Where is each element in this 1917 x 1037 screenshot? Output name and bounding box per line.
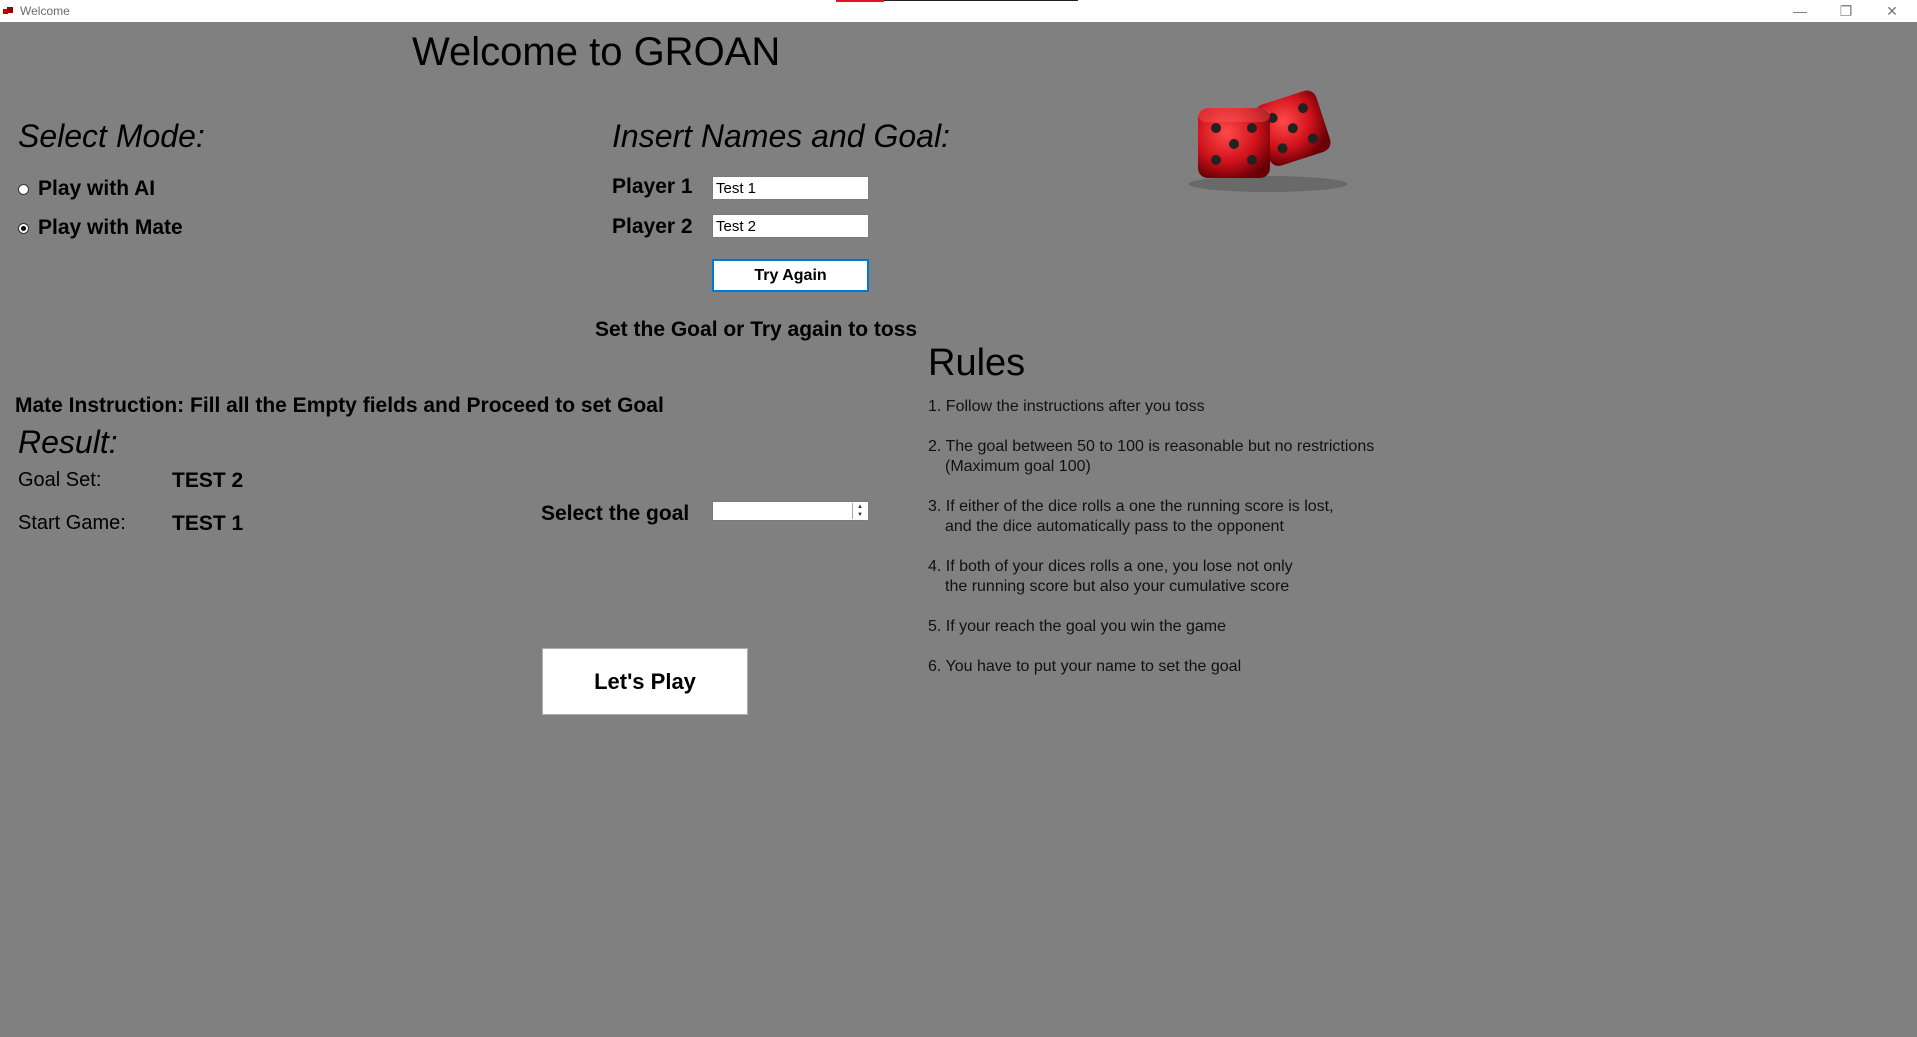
player2-input[interactable] [712,214,869,238]
play-ai-label[interactable]: Play with AI [38,177,155,201]
close-icon[interactable]: ✕ [1869,0,1915,22]
play-ai-radio[interactable] [18,184,29,195]
rule-item: 6. You have to put your name to set the … [928,657,1241,677]
dice-image [1188,90,1348,192]
rule-text: You have to put your name to set the goa… [945,658,1242,675]
select-mode-heading: Select Mode: [18,118,205,154]
goal-set-label: Goal Set: [18,469,102,491]
status-message: Set the Goal or Try again to toss [595,318,918,341]
rule-text-continued: and the dice automatically pass to the o… [945,518,1284,535]
window-title: Welcome [20,4,70,18]
rule-text: If both of your dices rolls a one, you l… [945,558,1293,575]
rule-number: 5. [928,618,942,635]
page-title: Welcome to GROAN [412,30,781,74]
play-mate-label[interactable]: Play with Mate [38,216,183,240]
rule-text-continued: (Maximum goal 100) [945,458,1091,475]
rule-item: 4. If both of your dices rolls a one, yo… [928,557,1293,597]
player1-input[interactable] [712,176,869,200]
rule-item: 2. The goal between 50 to 100 is reasona… [928,437,1374,477]
start-game-label: Start Game: [18,512,126,534]
player2-label: Player 2 [612,215,693,238]
spin-down-icon[interactable]: ▼ [853,511,867,519]
goal-spinner[interactable]: ▲ ▼ [712,501,869,521]
rules-heading: Rules [928,342,1026,384]
dice-app-icon [3,7,13,14]
rule-number: 1. [928,398,942,415]
rule-text: If your reach the goal you win the game [945,618,1226,635]
rule-text-continued: the running score but also your cumulati… [945,578,1290,595]
restore-icon[interactable]: ❐ [1823,0,1869,22]
start-game-value: TEST 1 [172,512,244,535]
result-heading: Result: [18,424,118,460]
rule-text: The goal between 50 to 100 is reasonable… [945,438,1375,455]
rule-text: If either of the dice rolls a one the ru… [945,498,1334,515]
rule-item: 3. If either of the dice rolls a one the… [928,497,1334,537]
spin-up-icon[interactable]: ▲ [853,503,867,511]
spinner-buttons[interactable]: ▲ ▼ [852,503,867,519]
window-titlebar: Welcome — ❐ ✕ [0,0,1917,22]
rule-item: 5. If your reach the goal you win the ga… [928,617,1226,637]
titlebar-accent [836,0,884,2]
play-mate-radio[interactable] [18,223,29,234]
select-goal-label: Select the goal [541,502,690,525]
lets-play-button[interactable]: Let's Play [542,648,748,715]
minimize-icon[interactable]: — [1777,0,1823,22]
insert-names-heading: Insert Names and Goal: [612,118,950,154]
try-again-button[interactable]: Try Again [712,259,869,292]
rule-number: 2. [928,438,942,455]
rule-number: 3. [928,498,942,515]
rule-number: 4. [928,558,942,575]
mate-instruction: Mate Instruction: Fill all the Empty fie… [15,394,664,417]
player1-label: Player 1 [612,175,693,198]
rule-number: 6. [928,658,942,675]
goal-set-value: TEST 2 [172,469,244,492]
rule-text: Follow the instructions after you toss [945,398,1205,415]
rule-item: 1. Follow the instructions after you tos… [928,397,1205,417]
